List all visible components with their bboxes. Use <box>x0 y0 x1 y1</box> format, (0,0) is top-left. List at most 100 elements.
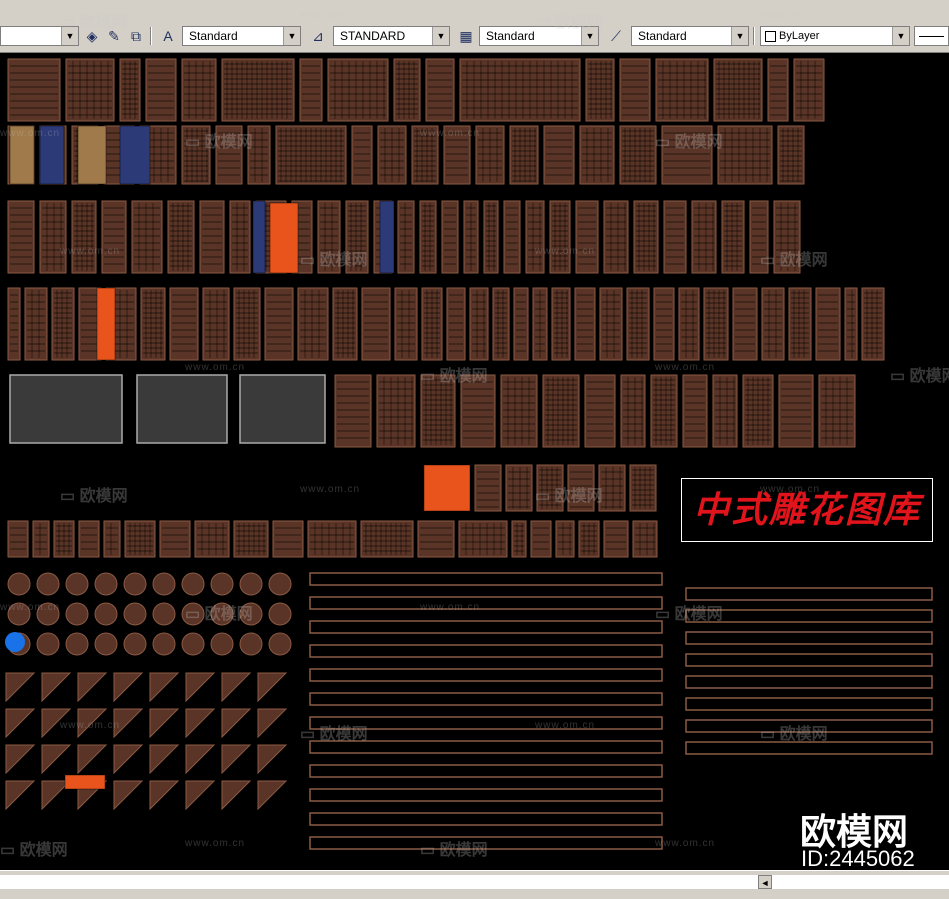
carving-panel <box>619 58 651 122</box>
layer-match-icon[interactable]: ⧉ <box>126 26 146 46</box>
round-carving <box>210 632 234 656</box>
color-control-combo[interactable]: ByLayer ▼ <box>760 26 910 46</box>
text-style-icon[interactable]: A <box>158 26 178 46</box>
carving-panel <box>619 125 657 185</box>
round-carving <box>7 572 31 596</box>
round-carving <box>268 602 292 626</box>
carving-panel <box>603 200 629 274</box>
watermark-brand: ▭ 欧模网 <box>0 842 68 859</box>
watermark-brand: ▭ 欧模网 <box>655 606 723 623</box>
carving-panel <box>599 287 623 361</box>
accent-carving-panel <box>64 774 106 790</box>
round-carving <box>65 572 89 596</box>
carving-panel <box>78 520 100 558</box>
text-style-value: Standard <box>189 29 238 43</box>
corner-bracket <box>257 672 288 703</box>
watermark-url: www.om.cn <box>185 838 246 849</box>
corner-bracket <box>149 708 180 739</box>
multileader-style-icon[interactable]: ⟋ <box>606 26 626 46</box>
carving-panel <box>815 287 841 361</box>
carving-panel <box>475 125 505 185</box>
carving-panel <box>626 287 650 361</box>
round-carving <box>210 572 234 596</box>
chevron-down-icon[interactable]: ▼ <box>731 27 748 45</box>
watermark-brand: ▭ 欧模网 <box>185 134 253 151</box>
carving-panel <box>585 58 615 122</box>
watermark-url: www.om.cn <box>300 484 361 495</box>
round-carving <box>152 572 176 596</box>
border-band <box>309 644 663 658</box>
plaque-board <box>9 374 123 444</box>
carving-panel <box>194 520 230 558</box>
carving-panel <box>844 287 858 361</box>
chevron-down-icon[interactable]: ▼ <box>892 27 909 45</box>
carving-panel <box>425 58 455 122</box>
watermark-url: www.om.cn <box>535 246 596 257</box>
carving-panel <box>417 520 455 558</box>
carving-panel <box>574 287 596 361</box>
carving-panel <box>584 374 616 448</box>
chevron-down-icon[interactable]: ▼ <box>283 27 300 45</box>
carving-panel <box>732 287 758 361</box>
carving-panel <box>39 200 67 274</box>
carving-panel <box>530 520 552 558</box>
carving-panel <box>717 125 773 185</box>
corner-bracket <box>185 780 216 811</box>
dim-style-icon[interactable]: ⊿ <box>308 26 328 46</box>
carving-panel <box>663 200 687 274</box>
border-band <box>309 788 663 802</box>
watermark-brand: ▭ 欧模网 <box>300 252 368 269</box>
carving-panel <box>327 58 389 122</box>
accent-carving-panel <box>269 202 299 274</box>
dim-style-combo[interactable]: STANDARD ▼ <box>333 26 450 46</box>
corner-bracket <box>113 744 144 775</box>
carving-panel <box>777 125 805 185</box>
round-carving <box>123 602 147 626</box>
watermark-url: www.om.cn <box>655 362 716 373</box>
carving-panel <box>532 287 548 361</box>
round-carving <box>239 632 263 656</box>
accent-carving-panel <box>379 200 395 274</box>
chevron-down-icon[interactable]: ▼ <box>432 27 449 45</box>
multileader-style-combo[interactable]: Standard ▼ <box>631 26 749 46</box>
border-band <box>309 596 663 610</box>
carving-panel <box>307 520 357 558</box>
carving-panel <box>24 287 48 361</box>
accent-carving-panel <box>423 464 471 512</box>
toolbar-separator <box>753 27 755 45</box>
carving-panel <box>446 287 466 361</box>
carving-panel <box>459 58 581 122</box>
text-style-combo[interactable]: Standard ▼ <box>182 26 301 46</box>
border-band <box>309 620 663 634</box>
carving-panel <box>159 520 191 558</box>
carving-panel <box>131 200 163 274</box>
carving-library-drawing <box>5 58 933 850</box>
corner-bracket <box>5 672 36 703</box>
border-band <box>685 675 933 689</box>
carving-panel <box>778 374 814 448</box>
round-carving <box>36 632 60 656</box>
watermark-url: www.om.cn <box>0 602 61 613</box>
scroll-left-icon[interactable]: ◄ <box>758 875 772 889</box>
corner-bracket <box>149 744 180 775</box>
watermark-url: www.om.cn <box>60 246 121 257</box>
linetype-control-combo[interactable] <box>914 26 949 46</box>
carving-panel <box>124 520 156 558</box>
round-carving <box>123 572 147 596</box>
carving-panel <box>361 287 391 361</box>
carving-panel <box>682 374 708 448</box>
drawing-canvas[interactable]: 中式雕花图库 欧模网 ID:2445062 <box>0 53 949 870</box>
carving-panel <box>145 58 177 122</box>
corner-bracket <box>41 672 72 703</box>
carving-panel <box>199 200 225 274</box>
table-style-icon[interactable]: ▦ <box>456 26 476 46</box>
watermark-url: www.om.cn <box>760 10 821 21</box>
carving-panel <box>221 58 295 122</box>
horizontal-scrollbar[interactable]: ◄ <box>0 875 949 889</box>
border-band <box>685 697 933 711</box>
corner-bracket <box>257 708 288 739</box>
round-carving <box>65 632 89 656</box>
carving-panel <box>629 464 657 512</box>
carving-panel <box>65 58 115 122</box>
corner-bracket <box>185 744 216 775</box>
